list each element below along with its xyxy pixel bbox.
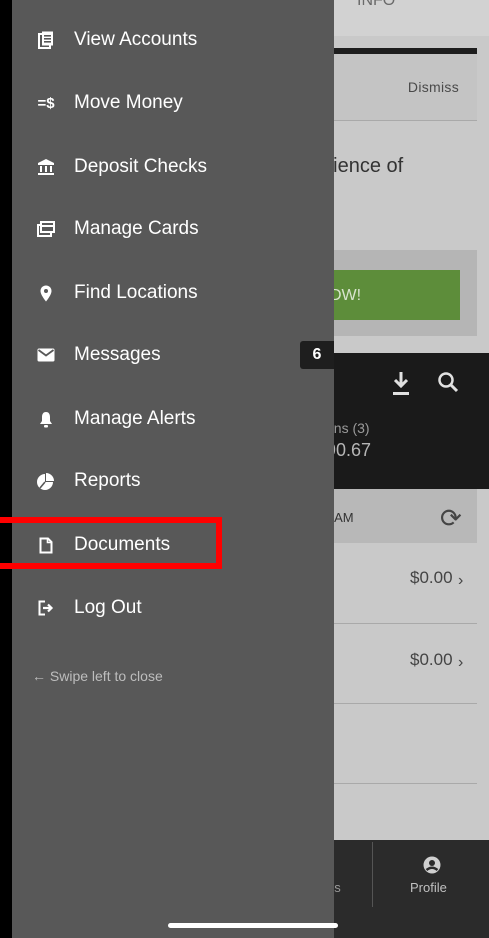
refresh-icon[interactable]: ⟳ — [440, 503, 462, 534]
menu-item-label: View Accounts — [74, 29, 198, 50]
documents-highlight-box — [0, 517, 222, 569]
bell-icon — [36, 409, 56, 429]
header-info-text: INFO — [357, 0, 396, 9]
chevron-right-icon: › — [458, 654, 464, 671]
swipe-hint: ← Swipe left to close — [32, 668, 163, 684]
envelope-icon — [36, 345, 56, 365]
logout-icon — [36, 598, 56, 618]
profile-icon[interactable] — [423, 856, 441, 874]
account-row-value[interactable]: $0.00 — [410, 650, 453, 670]
accounts-icon — [36, 30, 56, 50]
promo-text: nience of — [322, 155, 404, 177]
phone-screen: INFO Dismiss nience of DW! ans (3) 90.67… — [12, 0, 489, 938]
menu-item-reports[interactable]: Reports — [12, 455, 334, 507]
promo-button-label: DW! — [330, 287, 362, 304]
menu-item-messages[interactable]: Messages — [12, 329, 334, 381]
account-row-value[interactable]: $0.00 — [410, 568, 453, 588]
menu-item-label: Log Out — [74, 597, 142, 618]
menu-item-label: Deposit Checks — [74, 156, 208, 177]
dismiss-button[interactable]: Dismiss — [408, 79, 459, 95]
download-icon[interactable] — [390, 370, 412, 398]
menu-item-label: Find Locations — [74, 282, 198, 303]
menu-item-find-locations[interactable]: Find Locations — [12, 267, 334, 319]
menu-item-deposit-checks[interactable]: Deposit Checks — [12, 141, 334, 193]
tab-divider — [372, 842, 373, 907]
menu-item-label: Manage Alerts — [74, 408, 196, 429]
navigation-drawer: View Accounts =$ Move Money Deposit Chec… — [12, 0, 334, 938]
card-icon — [36, 219, 56, 239]
transfer-money-icon: =$ — [37, 94, 55, 112]
chevron-right-icon: › — [458, 572, 464, 589]
menu-item-label: Reports — [74, 470, 141, 491]
menu-item-label: Move Money — [74, 92, 183, 113]
menu-item-label: Manage Cards — [74, 218, 199, 239]
menu-item-move-money[interactable]: =$ Move Money — [12, 77, 334, 129]
menu-item-manage-alerts[interactable]: Manage Alerts — [12, 393, 334, 445]
menu-item-log-out[interactable]: Log Out — [12, 582, 334, 634]
messages-count-badge: 6 — [300, 341, 334, 369]
tab-profile[interactable]: Profile — [410, 880, 447, 895]
bank-icon — [36, 157, 56, 177]
pie-chart-icon — [36, 471, 56, 491]
menu-item-label: Messages — [74, 344, 161, 365]
search-icon[interactable] — [436, 370, 460, 394]
menu-item-view-accounts[interactable]: View Accounts — [12, 14, 334, 66]
menu-item-manage-cards[interactable]: Manage Cards — [12, 203, 334, 255]
location-pin-icon — [36, 283, 56, 303]
home-indicator[interactable] — [168, 923, 338, 928]
